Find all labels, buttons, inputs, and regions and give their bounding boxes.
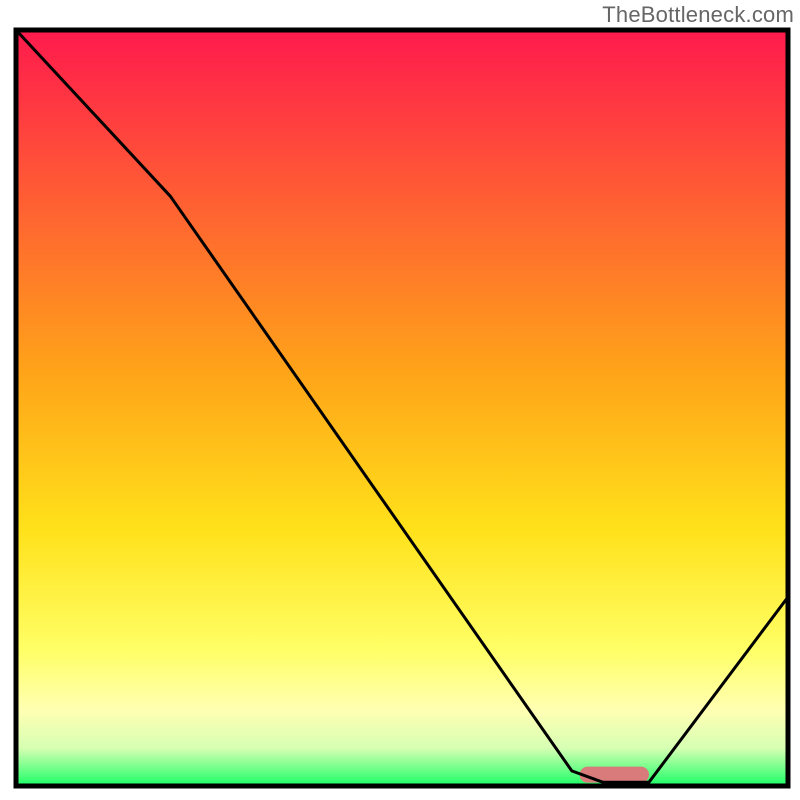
optimal-marker bbox=[580, 767, 649, 783]
gradient-background bbox=[16, 30, 788, 786]
bottleneck-plot bbox=[0, 0, 800, 800]
watermark-text: TheBottleneck.com bbox=[602, 2, 794, 28]
chart-container: TheBottleneck.com bbox=[0, 0, 800, 800]
